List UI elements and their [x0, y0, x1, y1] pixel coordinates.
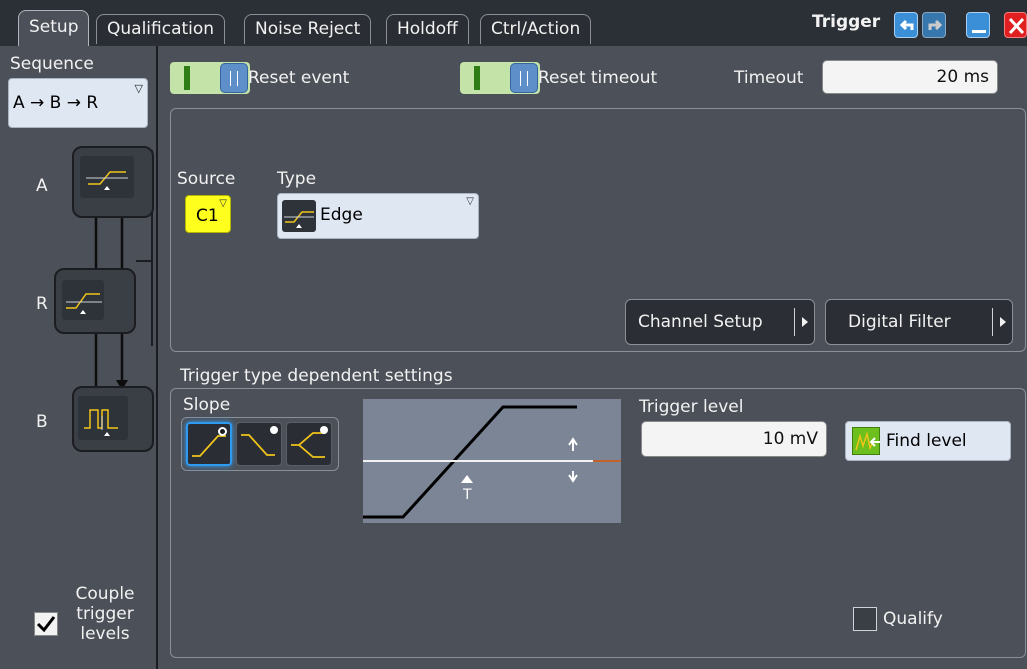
trigger-level-input[interactable]: 10 mV — [641, 421, 827, 457]
sequence-connectors — [90, 150, 153, 390]
couple-levels-checkbox[interactable] — [34, 612, 58, 636]
step-card-a[interactable] — [72, 146, 154, 218]
edge-trigger-icon — [80, 156, 134, 198]
reset-event-label: Reset event — [248, 68, 350, 88]
rising-slope-button[interactable] — [186, 422, 232, 466]
qualify-checkbox[interactable] — [853, 607, 877, 631]
digital-filter-button[interactable]: Digital Filter — [825, 299, 1013, 345]
type-value: Edge — [320, 205, 363, 225]
find-level-label: Find level — [886, 431, 967, 451]
source-value: C1 — [196, 206, 219, 226]
chevron-right-icon — [992, 308, 1012, 336]
toggle-knob — [510, 63, 538, 93]
redo-button[interactable] — [922, 12, 946, 38]
step-label-b: B — [36, 412, 48, 432]
redo-icon — [928, 19, 943, 31]
step-card-r[interactable] — [54, 268, 136, 334]
reset-event-toggle[interactable] — [170, 62, 250, 94]
timeout-input[interactable]: 20 ms — [822, 60, 998, 94]
tab-holdoff[interactable]: Holdoff — [386, 14, 469, 44]
find-level-button[interactable]: Find level — [845, 421, 1011, 461]
step-label-a: A — [36, 176, 48, 196]
either-slope-button[interactable] — [286, 422, 332, 466]
check-icon — [36, 616, 56, 633]
timeout-label: Timeout — [734, 68, 804, 88]
slope-label: Slope — [183, 395, 231, 415]
tab-bar: Setup Qualification Noise Reject Holdoff… — [0, 0, 1027, 46]
edge-trigger-icon — [62, 280, 104, 320]
main-panel: Reset event Reset timeout Timeout 20 ms … — [156, 46, 1027, 669]
dialog-title: Trigger — [812, 12, 881, 32]
channel-setup-label: Channel Setup — [638, 312, 763, 332]
settings-section-title: Trigger type dependent settings — [180, 366, 453, 386]
type-label: Type — [277, 169, 317, 189]
step-card-b[interactable] — [72, 386, 154, 452]
close-icon — [1008, 17, 1025, 35]
falling-slope-button[interactable] — [236, 422, 282, 466]
tab-qualification[interactable]: Qualification — [96, 14, 226, 44]
minimize-icon — [972, 30, 986, 33]
qualify-label: Qualify — [883, 609, 943, 629]
digital-filter-label: Digital Filter — [848, 312, 951, 332]
trigger-preview-graphic: T — [363, 399, 621, 523]
tab-noise-reject[interactable]: Noise Reject — [244, 14, 372, 44]
reset-timeout-toggle[interactable] — [460, 62, 540, 94]
source-label: Source — [177, 169, 236, 189]
couple-levels-label: Couple trigger levels — [75, 584, 135, 644]
type-select[interactable]: Edge ▽ — [277, 193, 479, 239]
toggle-knob — [220, 63, 248, 93]
trigger-level-label: Trigger level — [639, 397, 744, 417]
channel-setup-button[interactable]: Channel Setup — [625, 299, 815, 345]
source-select[interactable]: C1 ▽ — [185, 195, 231, 233]
reset-timeout-label: Reset timeout — [538, 68, 658, 88]
tab-setup[interactable]: Setup — [18, 10, 90, 46]
dropdown-caret-icon: ▽ — [466, 196, 474, 207]
undo-icon — [899, 19, 914, 31]
slope-button-group — [181, 417, 339, 471]
chevron-right-icon — [794, 308, 814, 336]
edge-trigger-icon — [282, 200, 316, 232]
find-level-icon — [852, 427, 880, 455]
settings-section: Slope T Trigger level 10 mV Find level Q… — [170, 388, 1026, 658]
sequence-pane: Sequence A → B → R ▽ A R B Couple trigge… — [0, 46, 156, 669]
undo-button[interactable] — [894, 12, 918, 38]
minimize-button[interactable] — [966, 12, 990, 38]
step-label-r: R — [36, 294, 48, 314]
close-button[interactable] — [1004, 12, 1027, 38]
tab-ctrl-action[interactable]: Ctrl/Action — [480, 14, 592, 44]
preview-marker: T — [462, 487, 472, 503]
dropdown-caret-icon: ▽ — [219, 198, 227, 209]
pulse-trigger-icon — [78, 396, 128, 440]
event-section: Source C1 ▽ Type Edge ▽ Channel Setup Di… — [170, 108, 1026, 352]
